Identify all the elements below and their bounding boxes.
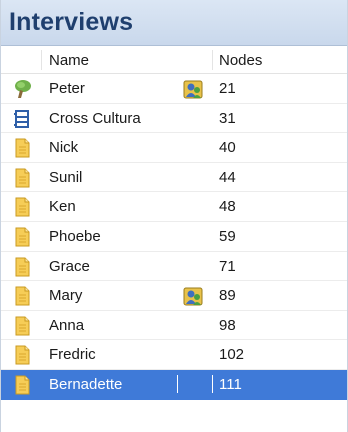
column-header-name[interactable]: Name — [49, 52, 89, 69]
list-item[interactable]: Mary 89 — [1, 281, 347, 311]
panel-title: Interviews — [9, 8, 134, 36]
row-name: Anna — [49, 316, 85, 334]
person-badge-icon — [182, 78, 204, 100]
list-item[interactable]: Grace 71 — [1, 252, 347, 282]
row-name: Cross Cultura — [49, 109, 141, 127]
cell-separator — [177, 374, 178, 393]
row-name: Nick — [49, 139, 79, 157]
row-nodes: 31 — [219, 109, 236, 127]
list-item[interactable]: Sunil 44 — [1, 163, 347, 193]
row-name: Grace — [49, 257, 90, 275]
document-icon — [11, 137, 33, 159]
document-icon — [11, 374, 33, 396]
row-nodes: 21 — [219, 80, 236, 97]
row-name: Bernadette — [49, 375, 123, 393]
row-name: Mary — [49, 287, 83, 305]
list-item[interactable]: Cross Cultura 31 — [1, 104, 347, 134]
list-item[interactable]: Ken 48 — [1, 192, 347, 222]
column-header-nodes[interactable]: Nodes — [219, 52, 262, 69]
row-name: Fredric — [49, 346, 96, 364]
row-nodes: 89 — [219, 287, 236, 305]
row-nodes: 71 — [219, 257, 236, 275]
row-nodes: 40 — [219, 139, 236, 157]
column-header-row: Name Nodes — [1, 46, 347, 74]
column-separator[interactable] — [41, 50, 42, 70]
framework-icon — [11, 108, 33, 130]
row-nodes: 44 — [219, 168, 236, 186]
list-item[interactable]: Phoebe 59 — [1, 222, 347, 252]
list-item[interactable]: Fredric 102 — [1, 340, 347, 370]
cell-separator — [212, 374, 213, 393]
list-item[interactable]: Bernadette 111 — [1, 369, 347, 400]
tree-icon — [11, 78, 33, 100]
panel-title-bar: Interviews — [1, 0, 347, 46]
row-nodes: 98 — [219, 316, 236, 334]
list-item[interactable]: Anna 98 — [1, 311, 347, 341]
row-name: Peter — [49, 80, 85, 97]
document-icon — [11, 315, 33, 337]
document-icon — [11, 196, 33, 218]
list-item[interactable]: Nick 40 — [1, 133, 347, 163]
row-nodes: 111 — [219, 375, 242, 393]
document-icon — [11, 285, 33, 307]
document-icon — [11, 226, 33, 248]
row-nodes: 102 — [219, 346, 245, 364]
document-icon — [11, 167, 33, 189]
person-badge-icon — [182, 285, 204, 307]
document-icon — [11, 256, 33, 278]
row-name: Ken — [49, 198, 76, 216]
interviews-list: Peter 21 Cross Cultura 31 Nick 40 Sunil 44 Ken 48… — [1, 74, 347, 400]
row-name: Phoebe — [49, 227, 101, 245]
document-icon — [11, 344, 33, 366]
row-name: Sunil — [49, 168, 83, 186]
interviews-panel: Interviews Name Nodes Peter 21 Cross Cultu… — [0, 0, 348, 432]
column-separator[interactable] — [212, 50, 213, 70]
list-item[interactable]: Peter 21 — [1, 74, 347, 104]
row-nodes: 59 — [219, 227, 236, 245]
row-nodes: 48 — [219, 198, 236, 216]
